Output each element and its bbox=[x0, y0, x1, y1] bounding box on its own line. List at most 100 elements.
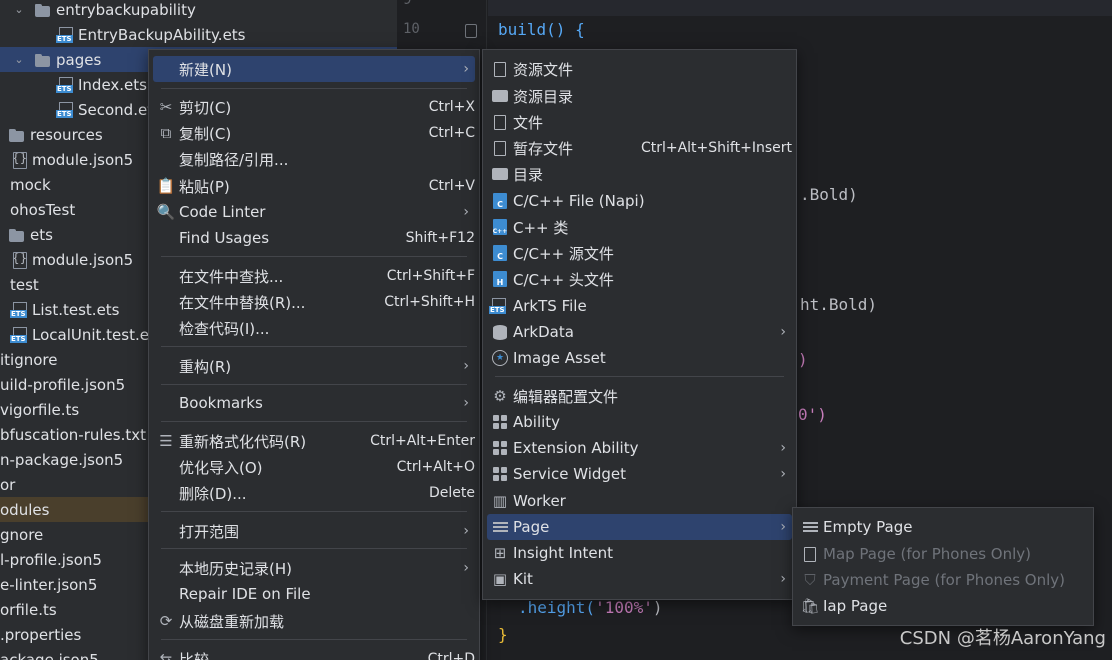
menu-item[interactable]: 在文件中查找... Ctrl+Shift+F bbox=[153, 263, 475, 289]
menu-item-label: 文件 bbox=[513, 113, 544, 132]
menu-item[interactable]: 🛍 Iap Page bbox=[797, 593, 1089, 619]
code-bold-2: ht.Bold) bbox=[800, 295, 878, 314]
insight-intent-icon: ⊞ bbox=[493, 544, 507, 562]
menu-item-shortcut: Ctrl+Alt+Enter bbox=[370, 433, 475, 449]
page-list-icon bbox=[797, 522, 823, 532]
menu-item[interactable]: C C/C++ File (Napi) bbox=[487, 188, 792, 214]
menu-item[interactable]: 资源目录 bbox=[487, 83, 792, 109]
menu-item[interactable]: Ability bbox=[487, 409, 792, 435]
menu-item-label: 新建(N) bbox=[179, 60, 232, 79]
menu-item[interactable]: 优化导入(O) Ctrl+Alt+O bbox=[153, 454, 475, 480]
menu-item-label: 比较 bbox=[179, 650, 210, 660]
c-file-icon: C bbox=[487, 245, 513, 261]
menu-item-label: Bookmarks bbox=[179, 394, 263, 412]
menu-item[interactable]: 重构(R) › bbox=[153, 353, 475, 379]
image-asset-icon: ★ bbox=[487, 350, 513, 366]
code-height-fn: .height( bbox=[518, 598, 596, 617]
menu-item[interactable]: ⧉ 复制(C) Ctrl+C bbox=[153, 120, 475, 146]
menu-item[interactable]: Map Page (for Phones Only) bbox=[797, 541, 1089, 567]
chevron-down-icon[interactable]: ⌄ bbox=[12, 53, 26, 66]
menu-item[interactable]: ▣ Kit › bbox=[487, 566, 792, 592]
format-icon: ☰ bbox=[159, 432, 173, 450]
menu-item-shortcut: Ctrl+Alt+O bbox=[396, 459, 475, 475]
chevron-right-icon: › bbox=[463, 560, 469, 576]
menu-item[interactable]: ⟳ 从磁盘重新加载 bbox=[153, 608, 475, 634]
menu-item[interactable]: ArkTS File bbox=[487, 293, 792, 319]
tree-item[interactable]: EntryBackupAbility.ets bbox=[0, 22, 397, 47]
menu-item[interactable]: 暂存文件 Ctrl+Alt+Shift+Insert bbox=[487, 135, 792, 161]
menu-item[interactable]: Bookmarks › bbox=[153, 390, 475, 416]
tree-item-label: ohosTest bbox=[10, 200, 76, 219]
menu-separator bbox=[161, 548, 467, 549]
new-submenu: 资源文件 资源目录 文件 暂存文件 Ctrl+Alt+Shift+Insert 目录 C C/… bbox=[482, 49, 797, 600]
code-build-line: build() { bbox=[498, 20, 585, 39]
menu-item[interactable]: Page › bbox=[487, 514, 792, 540]
menu-item[interactable]: ▥ Worker bbox=[487, 488, 792, 514]
menu-item[interactable]: ⛉ Payment Page (for Phones Only) bbox=[797, 567, 1089, 593]
menu-item[interactable]: 本地历史记录(H) › bbox=[153, 555, 475, 581]
clipboard-icon: 📋 bbox=[156, 177, 176, 195]
tree-item-label: entrybackupability bbox=[56, 0, 196, 19]
menu-item[interactable]: C++ C++ 类 bbox=[487, 214, 792, 240]
tree-item-label: .properties bbox=[0, 625, 82, 644]
menu-item-label: 暂存文件 bbox=[513, 139, 574, 158]
menu-item[interactable]: 新建(N) › bbox=[153, 56, 475, 82]
menu-item[interactable]: 资源文件 bbox=[487, 56, 792, 82]
menu-item[interactable]: 在文件中替换(R)... Ctrl+Shift+H bbox=[153, 289, 475, 315]
c-file-icon: C bbox=[487, 193, 513, 209]
menu-item[interactable]: ★ Image Asset bbox=[487, 345, 792, 371]
menu-item-label: Image Asset bbox=[513, 349, 606, 367]
menu-item[interactable]: ☰ 重新格式化代码(R) Ctrl+Alt+Enter bbox=[153, 428, 475, 454]
menu-item-label: 重新格式化代码(R) bbox=[179, 432, 307, 451]
menu-item[interactable]: Repair IDE on File bbox=[153, 581, 475, 607]
menu-item[interactable]: 目录 bbox=[487, 161, 792, 187]
menu-item-label: Map Page (for Phones Only) bbox=[823, 545, 1032, 563]
menu-item[interactable]: 🔍 Code Linter › bbox=[153, 199, 475, 225]
menu-item[interactable]: 📋 粘贴(P) Ctrl+V bbox=[153, 173, 475, 199]
menu-item[interactable]: ArkData › bbox=[487, 319, 792, 345]
tree-item-label: mock bbox=[10, 175, 51, 194]
menu-item-label: Kit bbox=[513, 570, 533, 588]
menu-item-label: C/C++ 源文件 bbox=[513, 244, 614, 263]
chevron-right-icon: › bbox=[463, 204, 469, 220]
menu-item-label: Repair IDE on File bbox=[179, 585, 311, 603]
menu-item[interactable]: C C/C++ 源文件 bbox=[487, 240, 792, 266]
ets-file-icon bbox=[10, 326, 28, 343]
tree-item[interactable]: ⌄ entrybackupability bbox=[0, 0, 397, 22]
menu-item[interactable]: Service Widget › bbox=[487, 461, 792, 487]
menu-item[interactable]: ✂ 剪切(C) Ctrl+X bbox=[153, 94, 475, 120]
menu-item-label: 在文件中替换(R)... bbox=[179, 293, 306, 312]
menu-item[interactable]: Find Usages Shift+F12 bbox=[153, 225, 475, 251]
menu-item[interactable]: H C/C++ 头文件 bbox=[487, 266, 792, 292]
menu-item[interactable]: 删除(D)... Delete bbox=[153, 480, 475, 506]
menu-item[interactable]: 打开范围 › bbox=[153, 518, 475, 544]
tree-item-label: gnore bbox=[0, 525, 44, 544]
menu-item[interactable]: Empty Page bbox=[797, 514, 1089, 540]
menu-item[interactable]: 检查代码(I)... bbox=[153, 315, 475, 341]
menu-item-label: ArkTS File bbox=[513, 297, 587, 315]
chevron-right-icon: › bbox=[463, 61, 469, 77]
chevron-down-icon[interactable]: ⌄ bbox=[12, 3, 26, 16]
menu-item[interactable]: ⇆ 比较 Ctrl+D bbox=[153, 646, 475, 660]
menu-item-shortcut: Delete bbox=[429, 485, 475, 501]
menu-item-label: 在文件中查找... bbox=[179, 267, 284, 286]
search-icon: 🔍 bbox=[156, 203, 176, 221]
tree-item-label: l-profile.json5 bbox=[0, 550, 102, 569]
menu-item-shortcut: Ctrl+Alt+Shift+Insert bbox=[640, 140, 792, 156]
fold-icon[interactable] bbox=[465, 24, 477, 38]
worker-icon: ▥ bbox=[492, 492, 508, 510]
ets-file-icon bbox=[10, 301, 28, 318]
menu-item-label: C/C++ 头文件 bbox=[513, 270, 614, 289]
context-menu: 新建(N) › ✂ 剪切(C) Ctrl+X ⧉ 复制(C) Ctrl+C 复制路径/引用...… bbox=[148, 49, 480, 660]
menu-item-label: Iap Page bbox=[823, 597, 888, 615]
menu-item[interactable]: 复制路径/引用... bbox=[153, 146, 475, 172]
menu-item[interactable]: ⚙ 编辑器配置文件 bbox=[487, 383, 792, 409]
menu-item[interactable]: ⊞ Insight Intent bbox=[487, 540, 792, 566]
chevron-right-icon: › bbox=[780, 466, 786, 482]
folder-icon bbox=[487, 168, 513, 180]
tree-item-label: vigorfile.ts bbox=[0, 400, 80, 419]
menu-item[interactable]: 文件 bbox=[487, 109, 792, 135]
menu-separator bbox=[161, 421, 467, 422]
menu-item[interactable]: Extension Ability › bbox=[487, 435, 792, 461]
menu-item-shortcut: Ctrl+X bbox=[428, 99, 475, 115]
